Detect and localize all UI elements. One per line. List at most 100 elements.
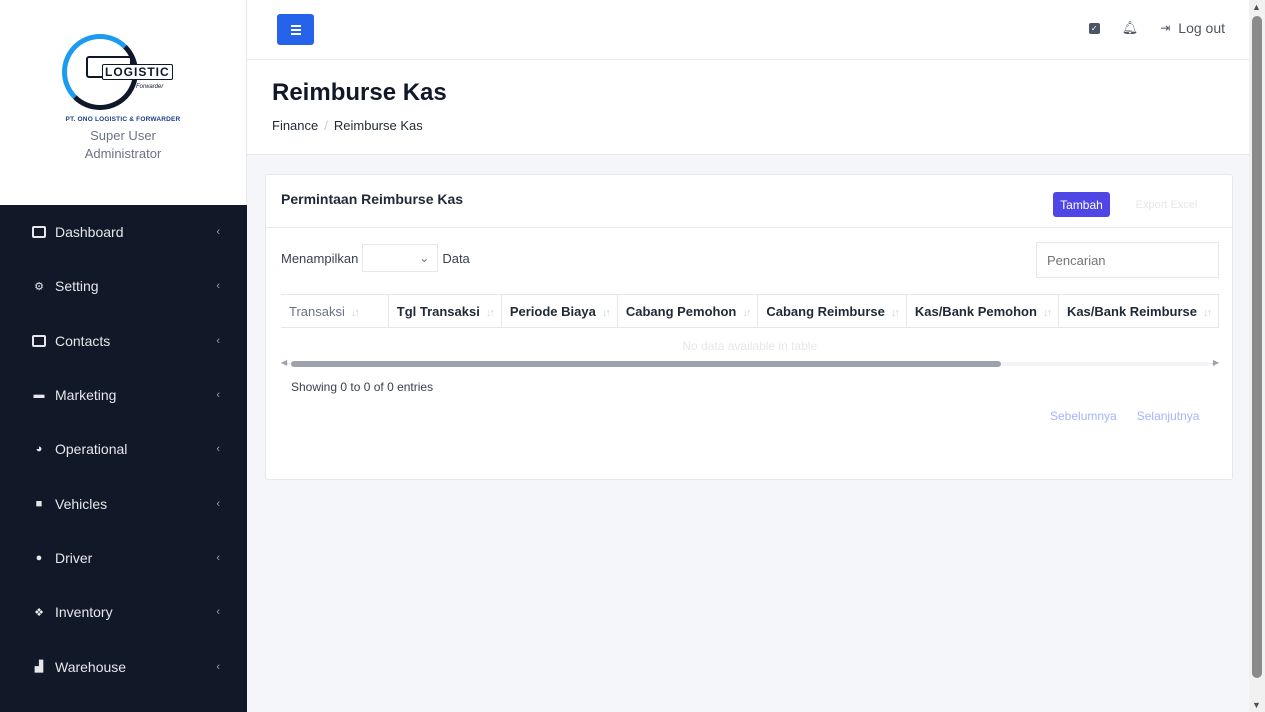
scroll-down-icon[interactable]: ▼ [1252, 700, 1261, 710]
user-role: Administrator [84, 146, 162, 161]
bell-icon[interactable]: 🔔︎ [1122, 20, 1139, 36]
previous-page-button[interactable]: Sebelumnya [1050, 409, 1117, 423]
add-button[interactable]: Tambah [1053, 192, 1110, 217]
column-header-transaksi[interactable]: Transaksi ↓↑ [281, 294, 389, 328]
page-title: Reimburse Kas [272, 79, 447, 106]
table-row: No data available in table [281, 327, 1219, 364]
chevron-left-icon: ‹ [216, 334, 220, 347]
truck-icon: ■ [35, 497, 43, 510]
sidebar-item-label: Marketing [55, 387, 117, 404]
users-icon: ● [35, 551, 43, 564]
sort-icon: ↓↑ [601, 306, 611, 319]
scrollbar-thumb[interactable] [1252, 16, 1262, 678]
column-header-kas-bank-reimburse[interactable]: Kas/Bank Reimburse ↓↑ [1058, 294, 1219, 328]
sidebar-item-label: Warehouse [55, 658, 127, 675]
page-header: Reimburse Kas Finance / Reimburse Kas [247, 60, 1249, 155]
company-name: PT. ONO LOGISTIC & FORWARDER [65, 116, 181, 123]
pagination: Sebelumnya Selanjutnya [1050, 409, 1199, 423]
breadcrumb-item-finance[interactable]: Finance [272, 118, 318, 133]
sort-icon: ↓↑ [350, 306, 360, 319]
breadcrumb-separator: / [324, 118, 328, 133]
card-header: Permintaan Reimburse Kas Tambah Export E… [266, 175, 1232, 228]
sidebar: LOGISTIC Forwarder PT. ONO LOGISTIC & FO… [0, 0, 247, 712]
gears-icon: ⚙ [34, 280, 44, 293]
column-header-kas-bank-pemohon[interactable]: Kas/Bank Pemohon ↓↑ [906, 294, 1059, 328]
scroll-up-icon[interactable]: ▲ [1252, 2, 1261, 12]
breadcrumb: Finance / Reimburse Kas [272, 118, 423, 133]
page-length-select[interactable]: ⌄ [362, 244, 439, 272]
column-header-periode-biaya[interactable]: Periode Biaya ↓↑ [501, 294, 618, 328]
user-name: Super User [90, 128, 156, 143]
sort-icon: ↓↑ [742, 306, 751, 319]
chevron-left-icon: ‹ [216, 389, 220, 402]
chevron-left-icon: ‹ [216, 497, 220, 510]
sidebar-item-operational[interactable]: ◕ Operational ‹ [0, 422, 247, 476]
chevron-left-icon: ‹ [216, 443, 220, 456]
sidebar-item-dashboard[interactable]: Dashboard ‹ [0, 205, 247, 259]
table-header-row: Transaksi ↓↑ Tgl Transaksi ↓↑ Periode Biay… [281, 294, 1219, 328]
column-header-cabang-pemohon[interactable]: Cabang Pemohon ↓↑ [617, 294, 759, 328]
sort-icon: ↓↑ [485, 306, 495, 319]
chevron-left-icon: ‹ [216, 660, 220, 673]
scrollbar-thumb[interactable] [291, 361, 1001, 367]
cubes-icon: ❖ [34, 606, 44, 619]
id-card-icon [32, 334, 46, 347]
transactions-table: Transaksi ↓↑ Tgl Transaksi ↓↑ Periode Biay… [281, 294, 1219, 366]
column-header-tgl-transaksi[interactable]: Tgl Transaksi ↓↑ [388, 294, 502, 328]
sidebar-item-label: Inventory [55, 604, 113, 621]
industry-icon: ▟ [34, 661, 44, 674]
sidebar-item-inventory[interactable]: ❖ Inventory ‹ [0, 585, 247, 639]
sidebar-item-warehouse[interactable]: ▟ Warehouse ‹ [0, 639, 247, 693]
reimburse-card: Permintaan Reimburse Kas Tambah Export E… [265, 174, 1233, 480]
chevron-left-icon: ‹ [216, 606, 220, 619]
sign-out-icon: ⇥ [1160, 21, 1171, 35]
menu-toggle-button[interactable] [277, 14, 314, 45]
sidebar-item-label: Setting [55, 278, 99, 295]
sidebar-menu: Dashboard ‹ ⚙ Setting ‹ Contacts ‹ ▬ Mar… [0, 205, 247, 694]
chevron-down-icon: ⌄ [419, 251, 430, 265]
checkbox-icon[interactable]: ✓ [1088, 22, 1100, 34]
logo-text: LOGISTIC [102, 64, 173, 80]
column-header-cabang-reimburse[interactable]: Cabang Reimburse ↓↑ [757, 294, 907, 328]
sidebar-item-label: Contacts [55, 332, 111, 349]
sort-icon: ↓↑ [890, 306, 900, 319]
length-suffix: Data [442, 250, 470, 266]
sidebar-item-contacts[interactable]: Contacts ‹ [0, 314, 247, 368]
breadcrumb-item-current: Reimburse Kas [333, 118, 423, 133]
length-prefix: Menampilkan [281, 250, 359, 266]
sidebar-item-marketing[interactable]: ▬ Marketing ‹ [0, 368, 247, 422]
sidebar-item-label: Dashboard [55, 224, 124, 241]
sort-icon: ↓↑ [1203, 306, 1212, 319]
id-card-icon [32, 226, 46, 239]
logout-label: Log out [1178, 20, 1225, 36]
scroll-right-icon[interactable]: ▶ [1213, 358, 1219, 367]
scroll-left-icon[interactable]: ◀ [281, 358, 287, 367]
sidebar-item-label: Vehicles [55, 495, 108, 512]
logo-subtext: Forwarder [136, 84, 164, 90]
page-vertical-scrollbar[interactable]: ▲ ▼ [1249, 0, 1265, 712]
card-title: Permintaan Reimburse Kas [281, 191, 464, 207]
briefcase-icon: ▬ [33, 389, 45, 402]
page-length-control: Menampilkan ⌄ Data [281, 244, 470, 272]
sidebar-item-label: Operational [55, 441, 128, 458]
sidebar-item-vehicles[interactable]: ■ Vehicles ‹ [0, 476, 247, 530]
company-logo: LOGISTIC Forwarder [58, 34, 188, 114]
sidebar-item-driver[interactable]: ● Driver ‹ [0, 531, 247, 585]
search-input[interactable] [1036, 242, 1219, 278]
top-actions: ✓ 🔔︎ ⇥ Log out [1088, 20, 1225, 36]
logout-button[interactable]: ⇥ Log out [1160, 20, 1225, 36]
sort-icon: ↓↑ [1042, 306, 1052, 319]
empty-table-message: No data available in table [281, 327, 1219, 364]
chevron-left-icon: ‹ [216, 280, 220, 293]
gauge-icon: ◕ [35, 443, 43, 456]
brand-panel: LOGISTIC Forwarder PT. ONO LOGISTIC & FO… [0, 0, 247, 205]
export-excel-button[interactable]: Export Excel [1115, 192, 1218, 217]
sidebar-item-label: Driver [55, 549, 93, 566]
chevron-left-icon: ‹ [216, 551, 220, 564]
top-navbar: ✓ 🔔︎ ⇥ Log out [247, 0, 1249, 60]
sidebar-item-setting[interactable]: ⚙ Setting ‹ [0, 259, 247, 313]
chevron-left-icon: ‹ [216, 226, 220, 239]
table-info: Showing 0 to 0 of 0 entries [291, 380, 434, 394]
table-horizontal-scrollbar[interactable]: ◀ ▶ [281, 358, 1219, 368]
next-page-button[interactable]: Selanjutnya [1137, 409, 1200, 423]
